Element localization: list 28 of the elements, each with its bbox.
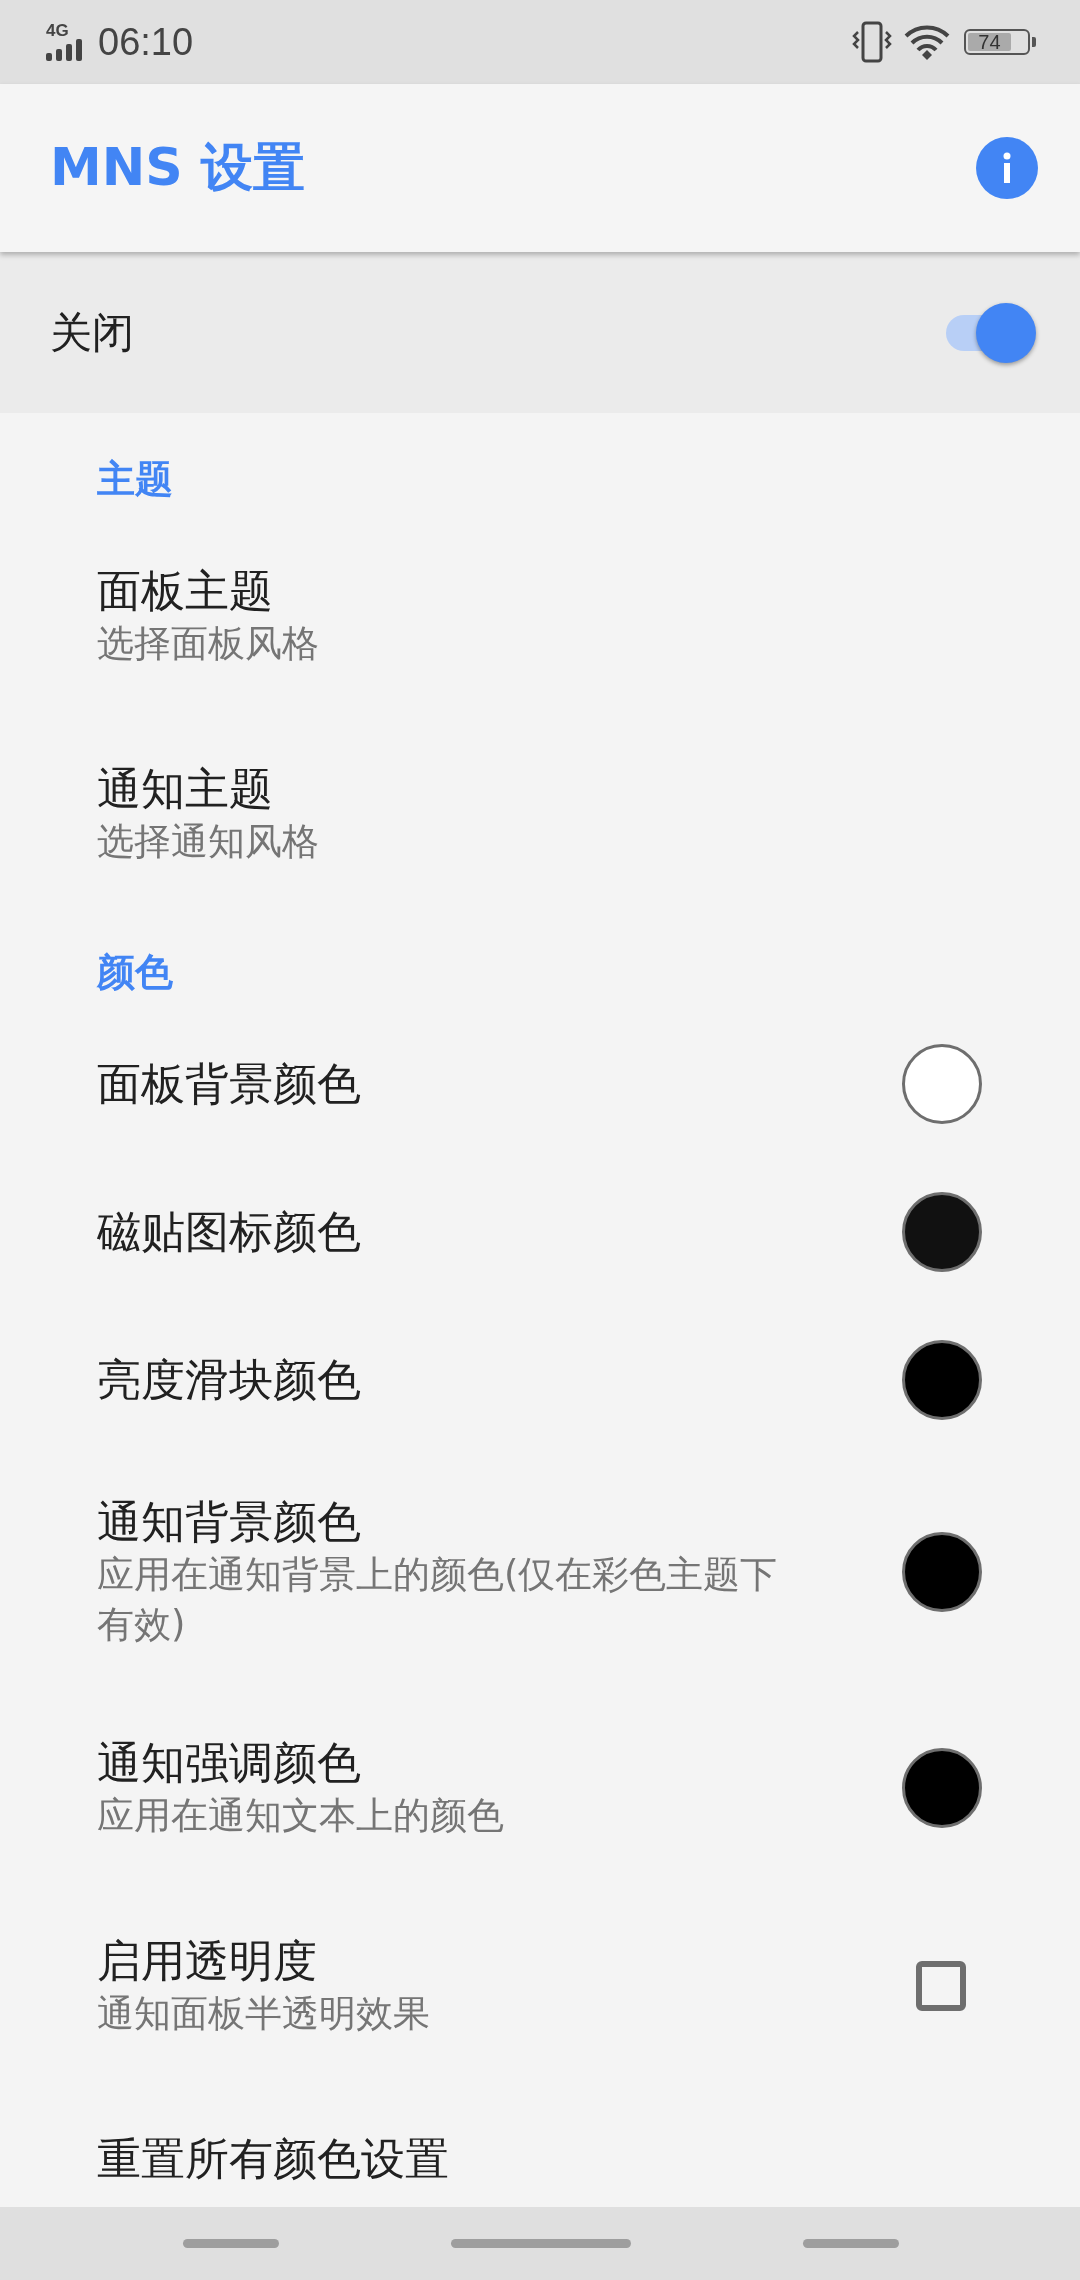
setting-description: 应用在通知背景上的颜色(仅在彩色主题下有效) — [97, 1551, 779, 1648]
setting-description: 选择通知风格 — [97, 819, 320, 865]
setting-description: 通知面板半透明效果 — [97, 1991, 431, 2037]
setting-description: 应用在通知文本上的颜色 — [97, 1793, 505, 1839]
setting-title[interactable]: 重置所有颜色设置 — [97, 2131, 942, 2187]
section-header: 颜色 — [97, 949, 173, 996]
switch-label: 关闭 — [50, 306, 135, 359]
info-icon[interactable] — [976, 137, 1038, 199]
battery-level: 74 — [978, 30, 1001, 54]
setting-title[interactable]: 启用透明度 — [97, 1933, 876, 1989]
vibrate-icon — [852, 20, 892, 64]
setting-title[interactable]: 通知强调颜色 — [97, 1735, 862, 1791]
clock: 06:10 — [98, 20, 194, 64]
setting-description: 选择面板风格 — [97, 621, 320, 667]
setting-title[interactable]: 通知主题 — [97, 761, 942, 817]
app-title: MNS 设置 — [50, 136, 306, 199]
nav-home-handle[interactable] — [451, 2239, 631, 2248]
nav-back-handle[interactable] — [803, 2239, 899, 2248]
setting-title[interactable]: 亮度滑块颜色 — [97, 1352, 862, 1408]
network-type: 4G — [46, 23, 69, 39]
checkbox[interactable] — [916, 1961, 966, 2011]
setting-title[interactable]: 通知背景颜色 — [97, 1493, 862, 1550]
nav-menu-handle[interactable] — [183, 2239, 279, 2248]
section-header: 主题 — [97, 456, 173, 503]
setting-title[interactable]: 面板背景颜色 — [97, 1056, 862, 1112]
setting-title[interactable]: 磁贴图标颜色 — [97, 1204, 862, 1260]
setting-title[interactable]: 面板主题 — [97, 563, 942, 619]
wifi-icon — [904, 24, 950, 60]
